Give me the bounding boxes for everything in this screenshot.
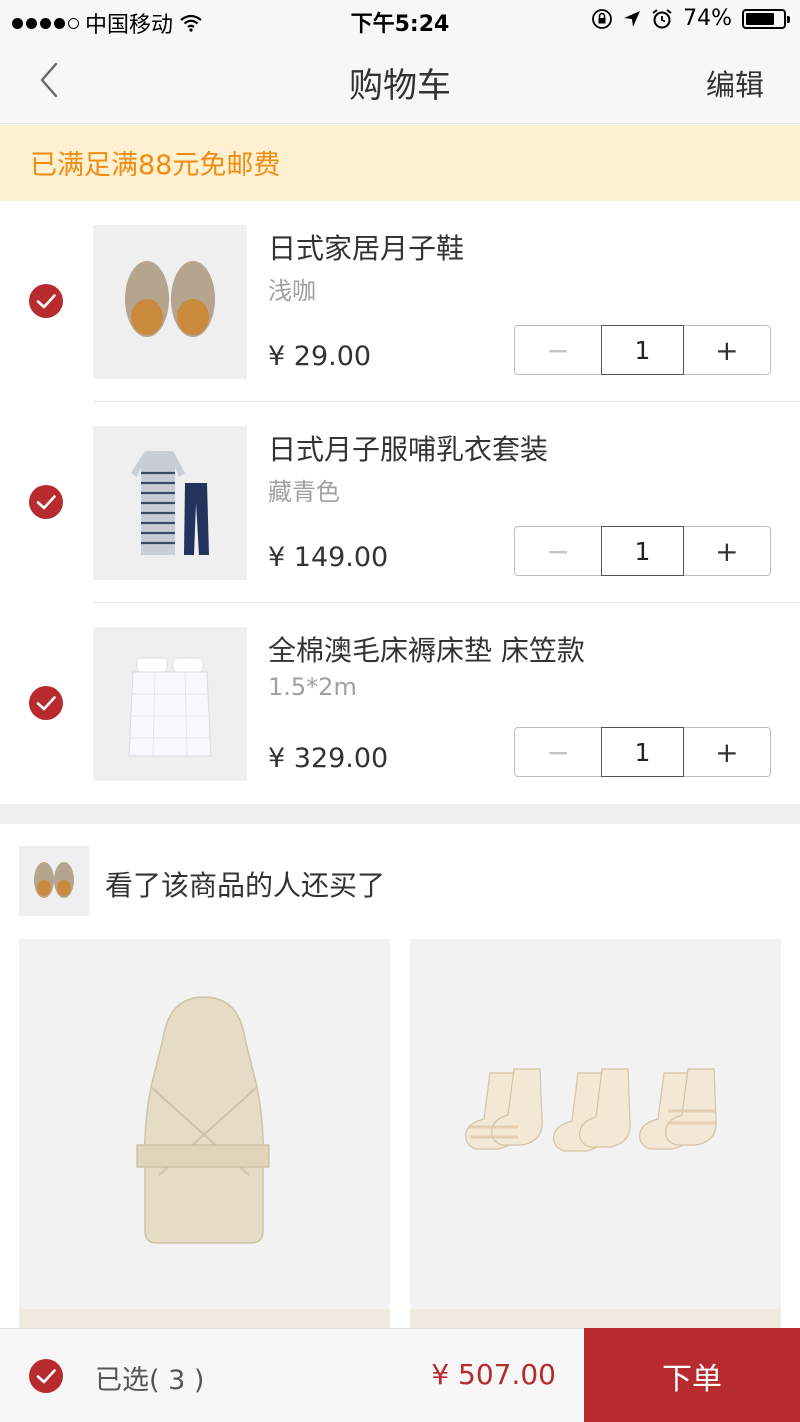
item-name[interactable]: 日式月子服哺乳衣套装 bbox=[268, 428, 548, 468]
item-name[interactable]: 日式家居月子鞋 bbox=[268, 227, 464, 267]
section-separator bbox=[0, 804, 800, 824]
item-name[interactable]: 全棉澳毛床褥床垫 床笠款 bbox=[268, 629, 585, 669]
increase-quantity-button[interactable]: + bbox=[684, 527, 770, 575]
cart-item: 日式家居月子鞋 浅咖 ¥ 29.00 − 1 + bbox=[0, 201, 800, 402]
free-shipping-banner: 已满足满88元免邮费 bbox=[0, 125, 800, 201]
battery-percent: 74% bbox=[683, 6, 732, 31]
battery-icon bbox=[742, 8, 790, 29]
alarm-icon bbox=[652, 8, 672, 28]
mattress-pad-image[interactable] bbox=[93, 627, 247, 781]
item-price: ¥ 29.00 bbox=[268, 341, 372, 372]
total-price: ¥ 507.00 bbox=[431, 1358, 556, 1391]
recommended-product-card[interactable] bbox=[19, 939, 390, 1339]
status-bar: 中国移动 下午5:24 74% bbox=[0, 0, 800, 40]
quantity-stepper: − 1 + bbox=[514, 325, 771, 375]
quantity-value[interactable]: 1 bbox=[601, 727, 684, 777]
increase-quantity-button[interactable]: + bbox=[684, 728, 770, 776]
item-price: ¥ 329.00 bbox=[268, 743, 389, 774]
recommended-product-card[interactable] bbox=[410, 939, 781, 1339]
checkout-bar: 已选( 3 ) ¥ 507.00 下单 bbox=[0, 1328, 800, 1422]
item-spec: 浅咖 bbox=[268, 277, 316, 305]
select-all-checkbox-checked-icon[interactable] bbox=[28, 1358, 64, 1394]
page-title: 购物车 bbox=[349, 66, 451, 106]
item-price: ¥ 149.00 bbox=[268, 542, 389, 573]
item-spec: 1.5*2m bbox=[268, 673, 357, 701]
item-checkbox-checked-icon[interactable] bbox=[28, 685, 64, 721]
pajama-set-image[interactable] bbox=[93, 426, 247, 580]
rotation-lock-icon bbox=[592, 8, 612, 29]
recommendation-title: 看了该商品的人还买了 bbox=[105, 869, 386, 902]
increase-quantity-button[interactable]: + bbox=[684, 326, 770, 374]
quantity-value[interactable]: 1 bbox=[601, 526, 684, 576]
item-checkbox-checked-icon[interactable] bbox=[28, 484, 64, 520]
cart-list: 日式家居月子鞋 浅咖 ¥ 29.00 − 1 + 日式月子服哺乳衣套装 藏青色 … bbox=[0, 201, 800, 804]
cart-item: 全棉澳毛床褥床垫 床笠款 1.5*2m ¥ 329.00 − 1 + bbox=[0, 603, 800, 804]
decrease-quantity-button[interactable]: − bbox=[515, 527, 601, 575]
slippers-image[interactable] bbox=[93, 225, 247, 379]
item-spec: 藏青色 bbox=[268, 478, 340, 506]
decrease-quantity-button[interactable]: − bbox=[515, 728, 601, 776]
navigation-bar: 购物车 编辑 bbox=[0, 40, 800, 124]
decrease-quantity-button[interactable]: − bbox=[515, 326, 601, 374]
selected-count-label: 已选( 3 ) bbox=[95, 1365, 205, 1396]
quantity-stepper: − 1 + bbox=[514, 727, 771, 777]
slippers-thumbnail-image bbox=[19, 846, 89, 916]
recommendation-header: 看了该商品的人还买了 bbox=[0, 824, 800, 936]
item-checkbox-checked-icon[interactable] bbox=[28, 283, 64, 319]
place-order-button[interactable]: 下单 bbox=[584, 1328, 800, 1422]
edit-button[interactable]: 编辑 bbox=[706, 62, 764, 104]
baby-socks-image bbox=[465, 1068, 717, 1152]
location-arrow-icon bbox=[624, 10, 641, 27]
quantity-value[interactable]: 1 bbox=[601, 325, 684, 375]
cart-item: 日式月子服哺乳衣套装 藏青色 ¥ 149.00 − 1 + bbox=[0, 402, 800, 603]
quantity-stepper: − 1 + bbox=[514, 526, 771, 576]
baby-swaddle-image bbox=[136, 996, 270, 1244]
